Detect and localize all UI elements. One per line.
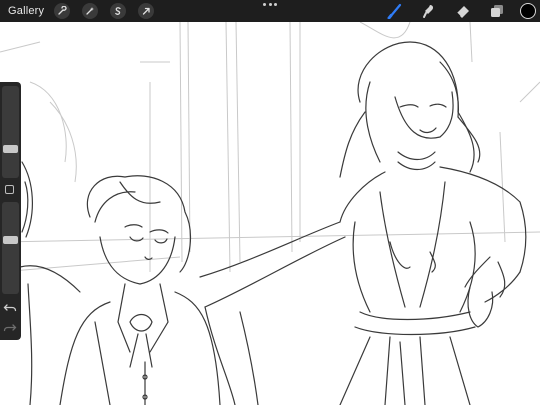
magic-wand-icon[interactable] [82, 3, 99, 19]
brush-size-slider[interactable] [2, 86, 19, 178]
modifier-square-icon[interactable] [5, 185, 14, 194]
opacity-thumb[interactable] [3, 236, 18, 244]
smudge-icon[interactable] [420, 2, 438, 20]
eraser-icon[interactable] [454, 2, 472, 20]
undo-icon[interactable] [3, 302, 17, 314]
redo-icon[interactable] [3, 322, 17, 334]
right-tool-group [370, 0, 536, 22]
gallery-button[interactable]: Gallery [8, 5, 44, 17]
top-toolbar: Gallery [0, 0, 540, 22]
sketch-artwork [0, 21, 540, 406]
selection-s-icon[interactable] [110, 3, 127, 19]
opacity-slider[interactable] [2, 202, 19, 294]
drawing-canvas[interactable] [0, 21, 540, 406]
left-sidebar [0, 82, 21, 340]
brush-icon[interactable] [386, 2, 404, 20]
more-options-icon[interactable] [263, 1, 277, 7]
brush-size-thumb[interactable] [3, 145, 18, 153]
layers-icon[interactable] [488, 2, 506, 20]
transform-arrow-icon[interactable] [138, 3, 155, 19]
color-picker-swatch[interactable] [520, 3, 536, 19]
wrench-icon[interactable] [54, 3, 71, 19]
